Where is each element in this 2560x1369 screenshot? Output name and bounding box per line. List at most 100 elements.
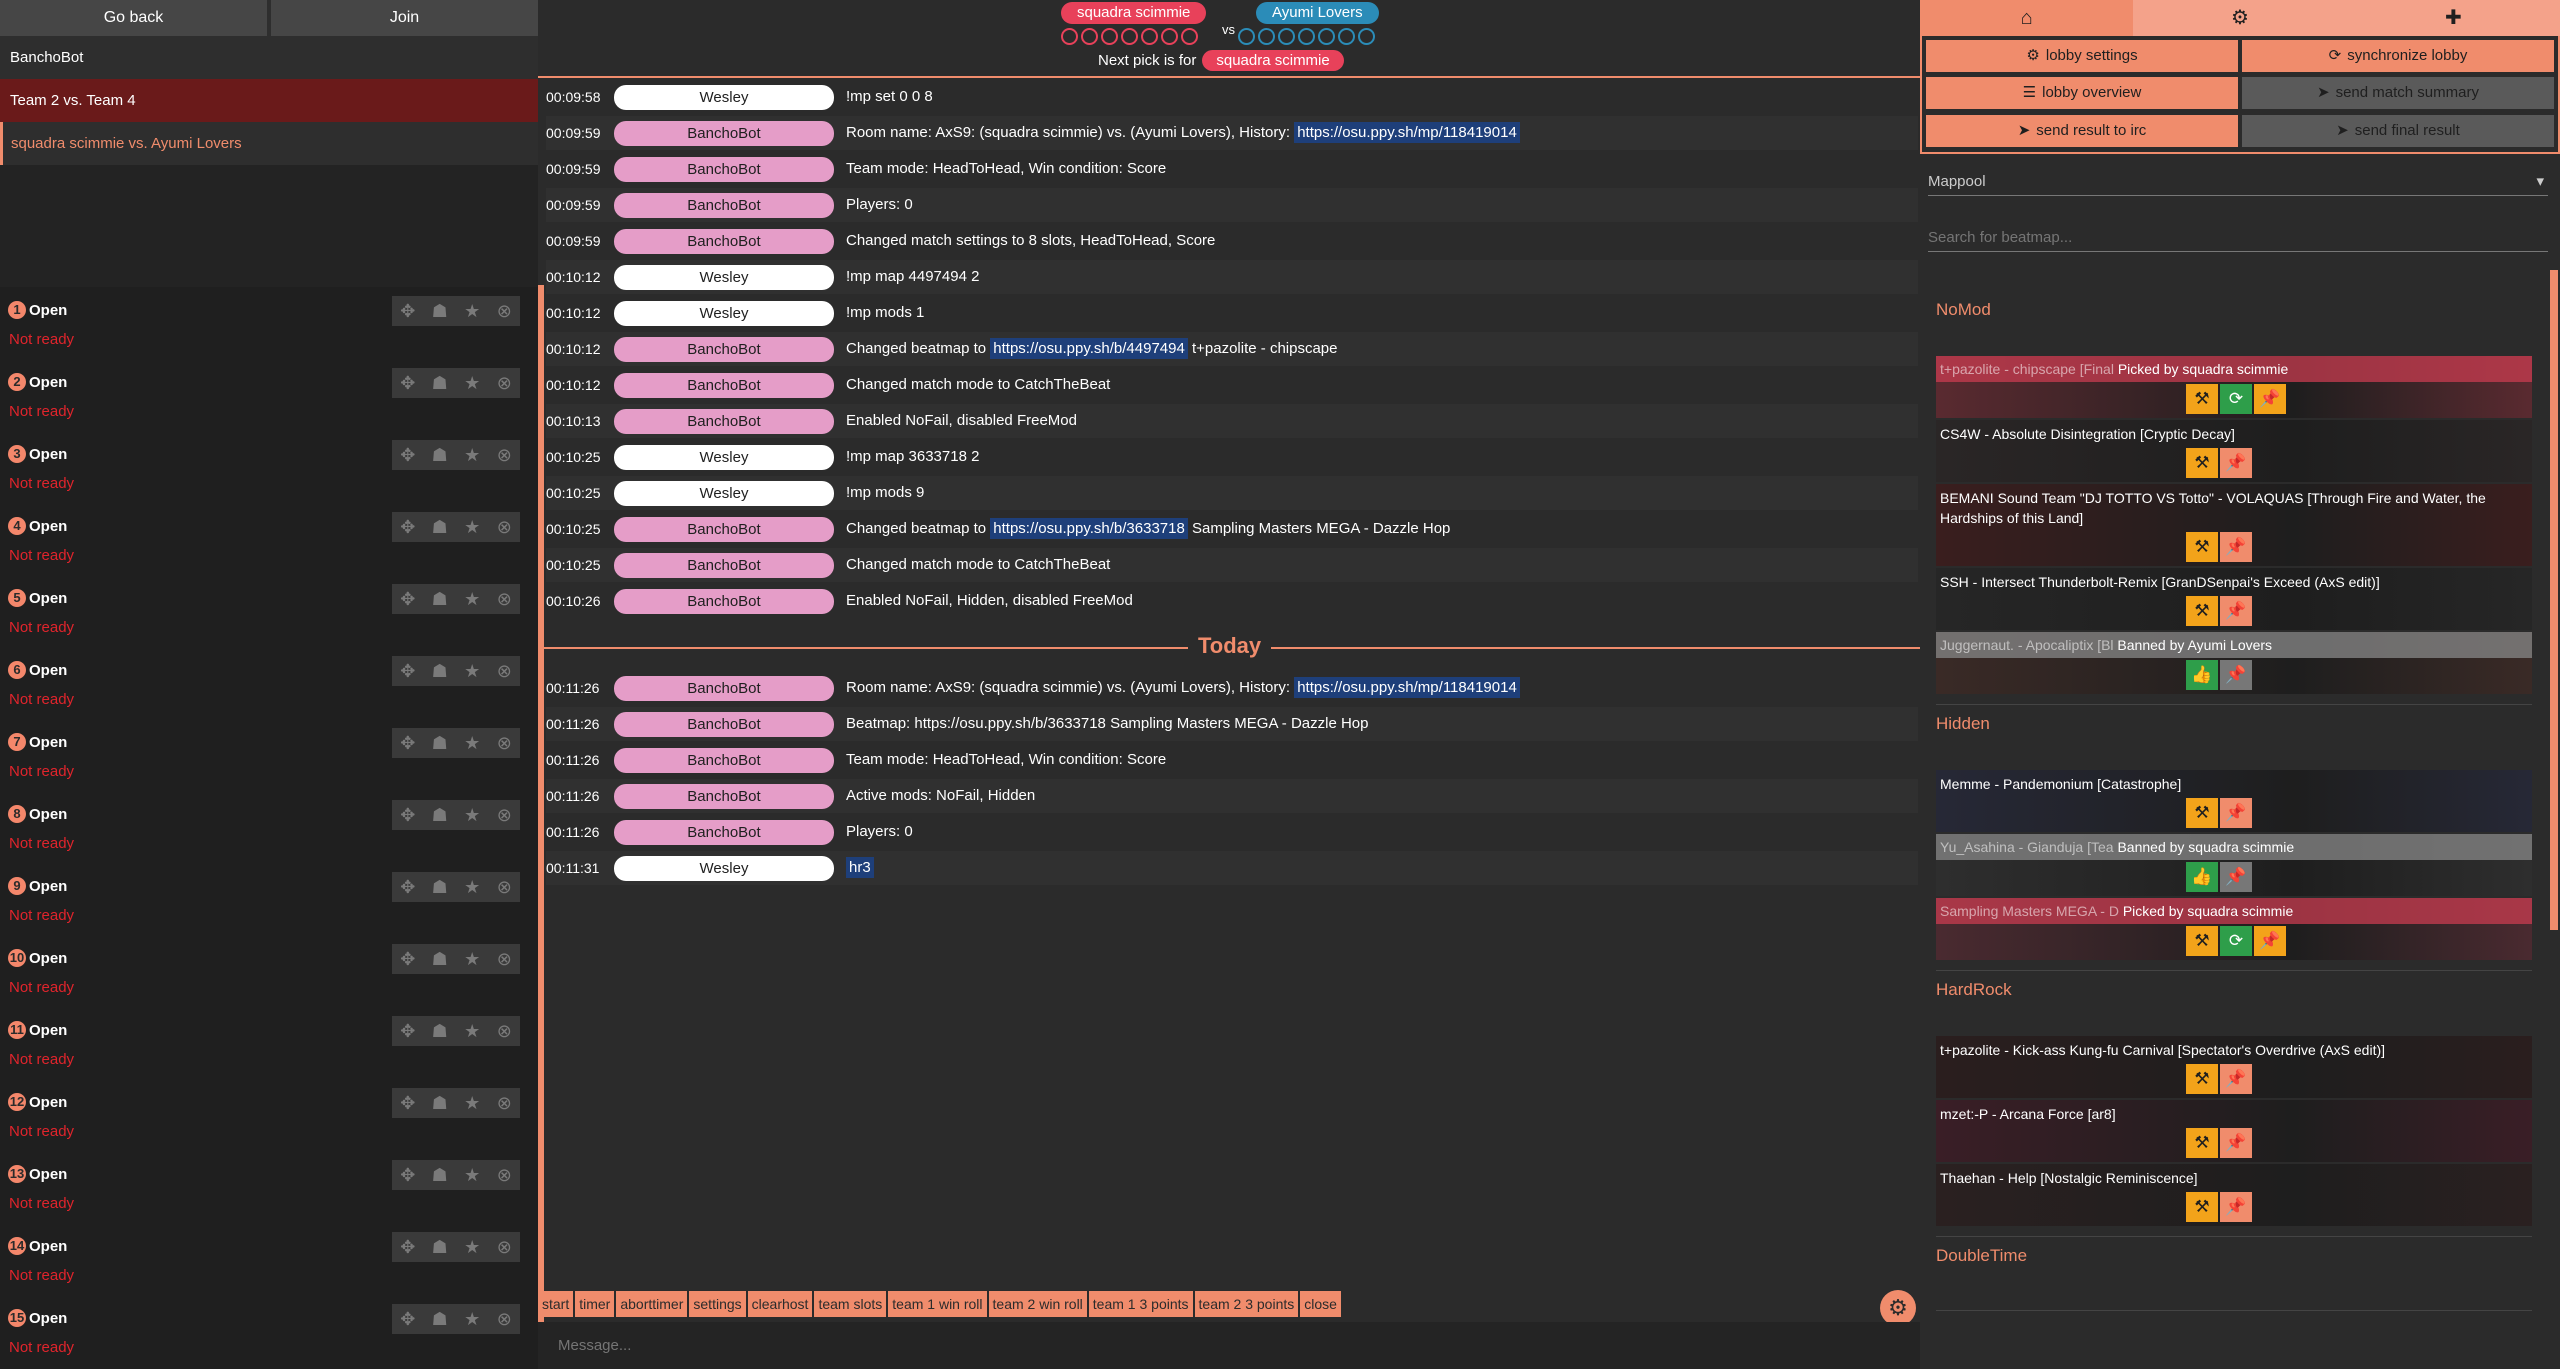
gamepad-icon[interactable]: ✥ bbox=[400, 301, 415, 322]
message-author[interactable]: Wesley bbox=[614, 301, 834, 326]
message-link[interactable]: https://osu.ppy.sh/mp/118419014 bbox=[1294, 677, 1520, 698]
slot-header[interactable]: 14 Open bbox=[8, 1237, 67, 1255]
pin-icon[interactable]: 📌 bbox=[2220, 448, 2252, 478]
hammer-icon[interactable]: ⚒ bbox=[2186, 926, 2218, 956]
gear-icon[interactable]: ⚙ bbox=[1880, 1290, 1916, 1326]
refresh-icon[interactable]: ⟳ bbox=[2220, 384, 2252, 414]
slot-header[interactable]: 4 Open bbox=[8, 517, 67, 535]
team-icon[interactable]: ☗ bbox=[432, 373, 448, 394]
star-icon[interactable]: ★ bbox=[464, 877, 480, 898]
slot-header[interactable]: 15 Open bbox=[8, 1309, 67, 1327]
action-button[interactable]: ☰ lobby overview bbox=[1926, 77, 2238, 110]
pin-icon[interactable]: 📌 bbox=[2220, 862, 2252, 892]
gamepad-icon[interactable]: ✥ bbox=[400, 1237, 415, 1258]
hammer-icon[interactable]: ⚒ bbox=[2186, 532, 2218, 562]
team-icon[interactable]: ☗ bbox=[432, 1021, 448, 1042]
message-author[interactable]: BanchoBot bbox=[614, 820, 834, 845]
team-icon[interactable]: ☗ bbox=[432, 589, 448, 610]
team-icon[interactable]: ☗ bbox=[432, 949, 448, 970]
message-author[interactable]: BanchoBot bbox=[614, 157, 834, 182]
message-author[interactable]: BanchoBot bbox=[614, 748, 834, 773]
beatmap-card[interactable]: mzet:-P - Arcana Force [ar8] ⚒ 📌 bbox=[1936, 1100, 2532, 1162]
slot-header[interactable]: 12 Open bbox=[8, 1093, 67, 1111]
close-icon[interactable]: ⊗ bbox=[497, 589, 512, 610]
thumbs-up-icon[interactable]: 👍 bbox=[2186, 660, 2218, 690]
message-author[interactable]: BanchoBot bbox=[614, 373, 834, 398]
pin-icon[interactable]: 📌 bbox=[2220, 1128, 2252, 1158]
hammer-icon[interactable]: ⚒ bbox=[2186, 596, 2218, 626]
star-icon[interactable]: ★ bbox=[464, 1021, 480, 1042]
team-icon[interactable]: ☗ bbox=[432, 661, 448, 682]
team-icon[interactable]: ☗ bbox=[432, 733, 448, 754]
close-icon[interactable]: ⊗ bbox=[497, 301, 512, 322]
action-button[interactable]: ➤ send match summary bbox=[2242, 77, 2554, 110]
hammer-icon[interactable]: ⚒ bbox=[2186, 1064, 2218, 1094]
beatmap-card[interactable]: Sampling Masters MEGA - D Picked by squa… bbox=[1936, 898, 2532, 960]
star-icon[interactable]: ★ bbox=[464, 301, 480, 322]
message-author[interactable]: BanchoBot bbox=[614, 193, 834, 218]
beatmap-card[interactable]: Thaehan - Help [Nostalgic Reminiscence] ⚒… bbox=[1936, 1164, 2532, 1226]
scrollbar[interactable] bbox=[2550, 270, 2558, 930]
command-button[interactable]: settings bbox=[689, 1291, 746, 1317]
action-button[interactable]: ➤ send result to irc bbox=[1926, 114, 2238, 147]
gamepad-icon[interactable]: ✥ bbox=[400, 1165, 415, 1186]
star-icon[interactable]: ★ bbox=[464, 589, 480, 610]
message-link[interactable]: https://osu.ppy.sh/mp/118419014 bbox=[1294, 122, 1520, 143]
close-icon[interactable]: ⊗ bbox=[497, 1021, 512, 1042]
action-button[interactable]: ⟳ synchronize lobby bbox=[2242, 40, 2554, 72]
pin-icon[interactable]: 📌 bbox=[2220, 1192, 2252, 1222]
close-icon[interactable]: ⊗ bbox=[497, 1237, 512, 1258]
message-author[interactable]: Wesley bbox=[614, 265, 834, 290]
gamepad-icon[interactable]: ✥ bbox=[400, 373, 415, 394]
star-icon[interactable]: ★ bbox=[464, 1165, 480, 1186]
team-icon[interactable]: ☗ bbox=[432, 445, 448, 466]
hammer-icon[interactable]: ⚒ bbox=[2186, 1192, 2218, 1222]
team-icon[interactable]: ☗ bbox=[432, 1093, 448, 1114]
star-icon[interactable]: ★ bbox=[464, 1237, 480, 1258]
beatmap-card[interactable]: SSH - Intersect Thunderbolt-Remix [GranD… bbox=[1936, 568, 2532, 630]
close-icon[interactable]: ⊗ bbox=[497, 661, 512, 682]
close-icon[interactable]: ⊗ bbox=[497, 949, 512, 970]
slot-header[interactable]: 6 Open bbox=[8, 661, 67, 679]
command-button[interactable]: aborttimer bbox=[616, 1291, 688, 1317]
pin-icon[interactable]: 📌 bbox=[2220, 532, 2252, 562]
slot-header[interactable]: 5 Open bbox=[8, 589, 67, 607]
beatmap-card[interactable]: t+pazolite - chipscape [Final Picked by … bbox=[1936, 356, 2532, 418]
slot-header[interactable]: 8 Open bbox=[8, 805, 67, 823]
channel-match[interactable]: squadra scimmie vs. Ayumi Lovers bbox=[0, 122, 538, 165]
message-author[interactable]: BanchoBot bbox=[614, 409, 834, 434]
team-icon[interactable]: ☗ bbox=[432, 301, 448, 322]
command-button[interactable]: team 1 3 points bbox=[1088, 1291, 1193, 1317]
gamepad-icon[interactable]: ✥ bbox=[400, 877, 415, 898]
pin-icon[interactable]: 📌 bbox=[2220, 798, 2252, 828]
pin-icon[interactable]: 📌 bbox=[2220, 1064, 2252, 1094]
slot-header[interactable]: 3 Open bbox=[8, 445, 67, 463]
command-button[interactable]: close bbox=[1300, 1291, 1341, 1317]
mappool-select[interactable]: Mappool ▾ bbox=[1928, 168, 2548, 196]
thumbs-up-icon[interactable]: 👍 bbox=[2186, 862, 2218, 892]
refresh-icon[interactable]: ⟳ bbox=[2220, 926, 2252, 956]
channel-team2-vs-team4[interactable]: Team 2 vs. Team 4 bbox=[0, 79, 538, 122]
command-button[interactable]: timer bbox=[575, 1291, 615, 1317]
join-button[interactable]: Join bbox=[271, 0, 538, 36]
slot-header[interactable]: 10 Open bbox=[8, 949, 67, 967]
gamepad-icon[interactable]: ✥ bbox=[400, 661, 415, 682]
pin-icon[interactable]: 📌 bbox=[2254, 926, 2286, 956]
slot-header[interactable]: 13 Open bbox=[8, 1165, 67, 1183]
pin-icon[interactable]: 📌 bbox=[2254, 384, 2286, 414]
message-link[interactable]: hr3 bbox=[846, 857, 874, 878]
team-icon[interactable]: ☗ bbox=[432, 517, 448, 538]
beatmap-card[interactable]: Memme - Pandemonium [Catastrophe] ⚒ 📌 bbox=[1936, 770, 2532, 832]
message-author[interactable]: Wesley bbox=[614, 856, 834, 881]
close-icon[interactable]: ⊗ bbox=[497, 805, 512, 826]
gamepad-icon[interactable]: ✥ bbox=[400, 517, 415, 538]
message-link[interactable]: https://osu.ppy.sh/b/4497494 bbox=[990, 338, 1188, 359]
beatmap-card[interactable]: Yu_Asahina - Gianduja [Tea Banned by squ… bbox=[1936, 834, 2532, 896]
gamepad-icon[interactable]: ✥ bbox=[400, 733, 415, 754]
star-icon[interactable]: ★ bbox=[464, 661, 480, 682]
gamepad-icon[interactable]: ✥ bbox=[400, 1093, 415, 1114]
message-author[interactable]: BanchoBot bbox=[614, 121, 834, 146]
team-icon[interactable]: ☗ bbox=[432, 877, 448, 898]
message-author[interactable]: BanchoBot bbox=[614, 517, 834, 542]
star-icon[interactable]: ★ bbox=[464, 1309, 480, 1330]
